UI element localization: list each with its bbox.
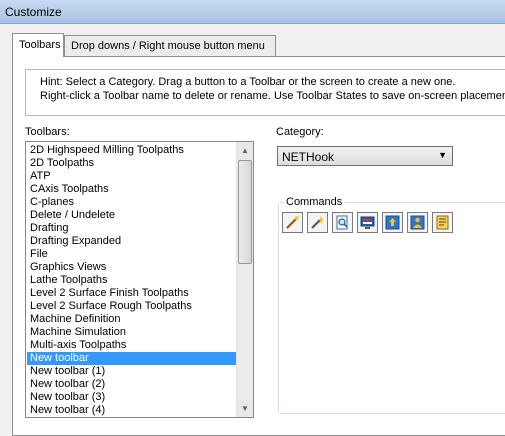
title-bar: Customize [0, 0, 505, 24]
scroll-down-button[interactable]: ▼ [237, 400, 253, 417]
list-item[interactable]: New toolbar [27, 352, 239, 365]
commands-group: Commands [278, 196, 505, 414]
list-item[interactable]: New toolbar (4) [27, 404, 239, 417]
category-value: NETHook [282, 150, 335, 164]
toolbars-list: 2D Highspeed Milling Toolpaths 2D Toolpat… [27, 144, 239, 417]
list-item[interactable]: ATP [27, 170, 239, 183]
hint-line-1: Hint: Select a Category. Drag a button t… [40, 76, 456, 88]
scroll-up-button[interactable]: ▲ [237, 142, 253, 159]
hint-box: Hint: Select a Category. Drag a button t… [25, 69, 505, 116]
list-item[interactable]: New toolbar (3) [27, 391, 239, 404]
commands-label: Commands [284, 196, 345, 208]
monitor-icon[interactable] [357, 212, 378, 233]
list-item[interactable]: Machine Definition [27, 313, 239, 326]
window-title: Customize [5, 5, 62, 19]
page-search-icon[interactable] [332, 212, 353, 233]
list-item[interactable]: Level 2 Surface Finish Toolpaths [27, 287, 239, 300]
list-item[interactable]: Machine Simulation [27, 326, 239, 339]
list-item[interactable]: CAxis Toolpaths [27, 183, 239, 196]
list-item[interactable]: 2D Toolpaths [27, 157, 239, 170]
list-item[interactable]: 2D Highspeed Milling Toolpaths [27, 144, 239, 157]
toolbars-label: Toolbars: [25, 126, 70, 138]
list-item[interactable]: File [27, 248, 239, 261]
category-label: Category: [276, 126, 324, 138]
list-item[interactable]: Lathe Toolpaths [27, 274, 239, 287]
user-upload-icon[interactable] [407, 212, 428, 233]
list-item[interactable]: Multi-axis Toolpaths [27, 339, 239, 352]
magic-wand-icon[interactable] [307, 212, 328, 233]
tab-drop-downs[interactable]: Drop downs / Right mouse button menu [64, 35, 276, 56]
chevron-down-icon: ▼ [438, 150, 447, 160]
list-item[interactable]: Graphics Views [27, 261, 239, 274]
toolbars-listbox[interactable]: 2D Highspeed Milling Toolpaths 2D Toolpat… [25, 141, 254, 418]
vertical-scrollbar[interactable]: ▲ ▼ [236, 142, 253, 417]
list-item[interactable]: New toolbar (1) [27, 365, 239, 378]
upload-icon[interactable] [382, 212, 403, 233]
list-item[interactable]: Drafting [27, 222, 239, 235]
list-item[interactable]: Level 2 Surface Rough Toolpaths [27, 300, 239, 313]
note-icon[interactable] [432, 212, 453, 233]
list-item[interactable]: New toolbar (2) [27, 378, 239, 391]
category-select[interactable]: NETHook ▼ [277, 146, 453, 166]
scrollbar-thumb[interactable] [238, 160, 252, 264]
wand-icon[interactable] [282, 212, 303, 233]
list-item[interactable]: Delete / Undelete [27, 209, 239, 222]
tab-toolbars[interactable]: Toolbars [12, 33, 64, 57]
list-item[interactable]: Drafting Expanded [27, 235, 239, 248]
hint-line-2: Right-click a Toolbar name to delete or … [40, 90, 505, 102]
list-item[interactable]: C-planes [27, 196, 239, 209]
